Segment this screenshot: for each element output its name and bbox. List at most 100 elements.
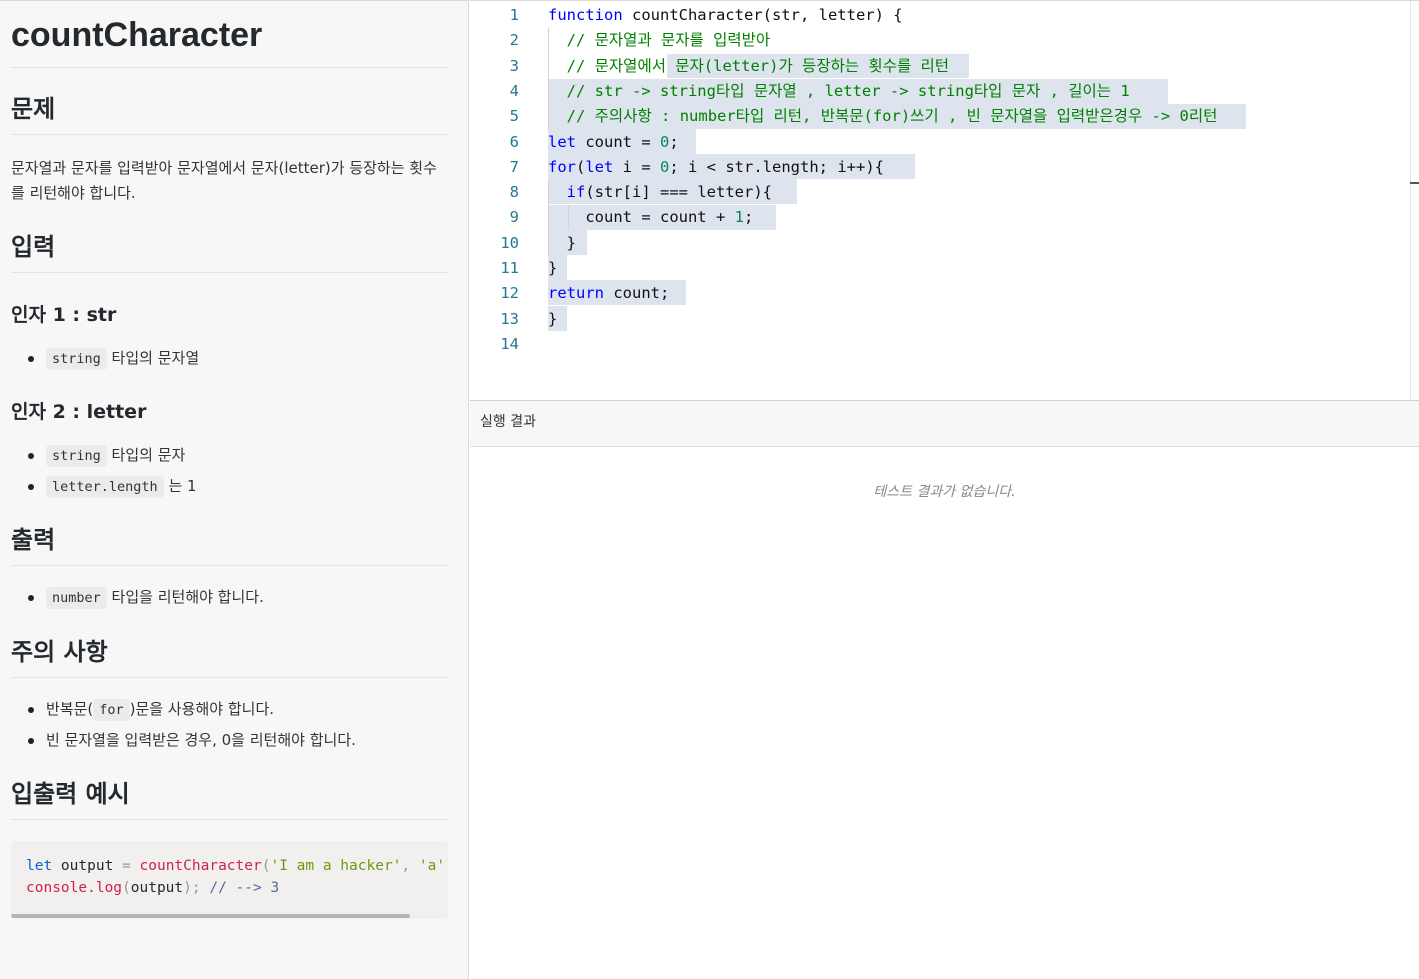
section-heading-example: 입출력 예시 [11,779,448,820]
results-empty-message: 테스트 결과가 없습니다. [873,484,1016,500]
code-token: 'a' [418,858,446,874]
code-token: 0 [660,132,670,151]
example-code-block[interactable]: let output = countCharacter ('I am a hack… [11,841,448,919]
code-token: let [548,132,576,151]
code-token: output [130,880,184,896]
code-line[interactable]: // 주의사항 : number타입 리턴, 반복문(for)쓰기 , 빈 문자… [548,104,1218,129]
list-item: string 타입의 문자 [11,440,448,471]
inline-code: string [46,348,107,370]
list-item: letter.length 는 1 [11,471,448,502]
section-heading-notes: 주의 사항 [11,637,448,678]
code-token: console.log [26,880,123,896]
code-line[interactable]: count = count + 1; [548,205,753,230]
editor-scrollbar[interactable] [1410,1,1411,400]
inline-code: number [46,587,107,609]
list-item-text: 반복문( [46,700,94,718]
code-token: } [548,233,576,252]
code-line[interactable]: } [548,256,557,281]
problem-description: 문자열과 문자를 입력받아 문자열에서 문자(letter)가 등장하는 횟수를… [11,159,437,202]
section-heading-output: 출력 [11,525,448,566]
list-item-text: 는 1 [163,477,197,495]
section-heading-problem: 문제 [11,94,448,135]
code-line[interactable]: // str -> string타입 문자열 , letter -> strin… [548,79,1130,104]
line-number: 2 [509,31,519,50]
arg2-list: string 타입의 문자 letter.length 는 1 [11,440,448,502]
line-number: 12 [500,284,519,303]
line-number: 1 [509,6,519,24]
line-number: 6 [509,132,519,151]
code-line[interactable]: } [548,231,576,256]
code-token: let [585,157,614,176]
code-token: // 문자열에서 문자(letter)가 등장하는 횟수를 리턴 [548,56,950,75]
line-number: 3 [509,56,519,75]
list-item-text: 타입의 문자열 [106,349,200,367]
list-item-text: 타입을 리턴해야 합니다. [106,588,264,606]
code-line[interactable]: // 문자열과 문자를 입력받아 [548,28,771,53]
code-token: countCharacter [130,858,262,874]
code-token: = [122,858,131,874]
code-line[interactable]: for(let i = 0; i < str.length; i++){ [548,155,884,180]
code-line[interactable]: // 문자열에서 문자(letter)가 등장하는 횟수를 리턴 [548,54,949,79]
list-item: 반복문(for)문을 사용해야 합니다. [11,694,448,725]
example-scrollbar[interactable] [11,913,448,919]
example-line-1: let output = countCharacter('I am a hack… [26,858,448,874]
code-token: ); [183,880,210,896]
code-token: // str -> string타입 문자열 , letter -> strin… [548,81,1130,100]
code-line[interactable]: return count; [548,281,669,306]
overview-ruler-marker [1410,182,1419,184]
inline-code: for [93,699,130,721]
code-token: if [566,183,586,202]
code-token: return [548,284,604,303]
code-line[interactable]: } [548,307,557,332]
code-line[interactable]: if(str[i] === letter){ [548,180,772,205]
arg2-heading: 인자 2 : letter [11,401,147,423]
problem-panel: countCharacter 문제 문자열과 문자를 입력받아 문자열에서 문자… [0,0,469,979]
list-item-text: 타입의 문자 [106,446,186,464]
list-item: 빈 문자열을 입력받은 경우, 0을 리턴해야 합니다. [11,725,448,756]
results-panel: 실행 결과 테스트 결과가 없습니다. [470,400,1419,979]
code-token: // --> 3 [209,880,280,896]
line-number: 5 [509,107,519,126]
code-token: } [548,259,558,277]
inline-code: letter.length [46,476,164,498]
section-heading-input: 입력 [11,232,448,273]
code-token: ( [122,880,131,896]
line-number: 9 [509,208,519,227]
line-number: 13 [500,309,519,328]
code-token: function [548,6,623,24]
code-line[interactable]: let count = 0; [548,130,679,155]
code-line[interactable]: function countCharacter(str, letter) { [548,3,903,28]
code-token: count = count + [548,208,735,227]
code-token: i = [613,157,661,176]
inline-code: string [46,445,107,467]
code-token: ; [669,132,679,151]
code-token: // 주의사항 : number타입 리턴, 반복문(for)쓰기 , 빈 문자… [548,107,1218,126]
code-token: // 문자열과 문자를 입력받아 [548,31,771,50]
list-item: number 타입을 리턴해야 합니다. [11,582,448,613]
code-token: count; [604,284,670,303]
code-editor[interactable]: 1 2 3 4 5 6 7 8 9 10 11 12 13 14 function countCharac… [470,0,1419,400]
line-number: 4 [509,81,519,100]
example-scrollbar-thumb[interactable] [11,914,410,918]
line-number: 10 [500,233,519,252]
example-line-2: console.log(output); // --> 3 [26,880,279,896]
code-token: count = [576,132,660,151]
code-token: let [26,858,53,874]
arg1-heading: 인자 1 : str [11,304,117,326]
notes-list: 반복문(for)문을 사용해야 합니다. 빈 문자열을 입력받은 경우, 0을 … [11,694,448,756]
arg1-list: string 타입의 문자열 [11,343,448,374]
code-token: (str[i] === letter){ [585,183,772,202]
list-item-text: )문을 사용해야 합니다. [129,700,275,718]
code-token: ( [576,157,586,176]
code-token: 0 [660,157,670,176]
code-token: ; i < str.length; i++){ [669,157,884,176]
code-token: 1 [734,208,744,227]
problem-title: countCharacter [11,15,448,68]
output-list: number 타입을 리턴해야 합니다. [11,582,448,613]
line-number: 14 [500,334,519,353]
results-header: 실행 결과 [470,401,1419,447]
code-token: ; [743,208,754,227]
line-number: 8 [509,183,519,202]
code-token: output [52,858,123,874]
